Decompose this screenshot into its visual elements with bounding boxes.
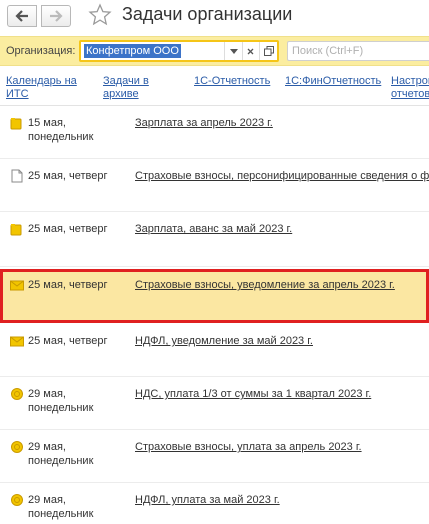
organization-value[interactable]: Конфетпром ООО bbox=[84, 44, 181, 58]
clear-button[interactable] bbox=[242, 42, 258, 60]
arrow-left-icon bbox=[15, 10, 28, 22]
task-row[interactable]: 15 мая, понедельник Зарплата за апрель 2… bbox=[0, 107, 429, 159]
report-settings-link[interactable]: Настрой отчетов bbox=[391, 75, 429, 101]
task-row[interactable]: 25 мая, четверг Зарплата, аванс за май 2… bbox=[0, 213, 429, 267]
organization-label: Организация: bbox=[6, 45, 76, 57]
star-icon[interactable] bbox=[88, 3, 112, 27]
coin-icon bbox=[11, 494, 23, 506]
task-date: 29 мая, понедельник bbox=[28, 441, 94, 467]
task-date: 29 мая, понедельник bbox=[28, 494, 94, 520]
open-window-icon bbox=[263, 46, 274, 56]
task-name[interactable]: НДФЛ, уплата за май 2023 г. bbox=[135, 493, 280, 507]
task-row-selected[interactable]: 25 мая, четверг Страховые взносы, уведом… bbox=[0, 269, 429, 323]
task-row[interactable]: 29 мая, понедельник НДС, уплата 1/3 от с… bbox=[0, 378, 429, 430]
task-list: 15 мая, понедельник Зарплата за апрель 2… bbox=[0, 107, 429, 524]
task-name[interactable]: Страховые взносы, персонифицированные св… bbox=[135, 169, 429, 183]
envelope-icon bbox=[10, 336, 24, 347]
folder-bell-icon bbox=[10, 224, 22, 236]
task-name[interactable]: Страховые взносы, уплата за апрель 2023 … bbox=[135, 440, 362, 454]
1c-reporting-link[interactable]: 1С-Отчетность bbox=[194, 75, 270, 88]
dropdown-button[interactable] bbox=[224, 42, 242, 60]
task-name[interactable]: Зарплата, аванс за май 2023 г. bbox=[135, 222, 292, 236]
links-row: Календарь на ИТС Задачи в архиве 1С-Отче… bbox=[0, 70, 429, 106]
forward-button[interactable] bbox=[41, 5, 71, 27]
search-input[interactable]: Поиск (Ctrl+F) bbox=[287, 41, 429, 61]
task-date: 15 мая, понедельник bbox=[28, 117, 94, 143]
search-placeholder: Поиск (Ctrl+F) bbox=[292, 45, 364, 57]
arrow-right-icon bbox=[50, 10, 63, 22]
task-name[interactable]: Зарплата за апрель 2023 г. bbox=[135, 116, 273, 130]
task-row[interactable]: 29 мая, понедельник НДФЛ, уплата за май … bbox=[0, 484, 429, 524]
task-date: 29 мая, понедельник bbox=[28, 388, 94, 414]
page-title: Задачи организации bbox=[122, 4, 293, 24]
document-icon bbox=[11, 169, 23, 183]
task-name[interactable]: НДФЛ, уведомление за май 2023 г. bbox=[135, 334, 313, 348]
calendar-its-link[interactable]: Календарь на ИТС bbox=[6, 75, 77, 101]
archive-tasks-link[interactable]: Задачи в архиве bbox=[103, 75, 149, 101]
organization-field[interactable]: Конфетпром ООО bbox=[79, 40, 279, 62]
close-icon bbox=[247, 48, 254, 54]
window-header: Задачи организации bbox=[0, 0, 429, 34]
envelope-icon bbox=[10, 280, 24, 291]
task-row[interactable]: 29 мая, понедельник Страховые взносы, уп… bbox=[0, 431, 429, 483]
task-date: 25 мая, четверг bbox=[28, 223, 108, 235]
coin-icon bbox=[11, 388, 23, 400]
task-row[interactable]: 25 мая, четверг НДФЛ, уведомление за май… bbox=[0, 325, 429, 377]
task-name[interactable]: Страховые взносы, уведомление за апрель … bbox=[135, 278, 395, 292]
task-date: 25 мая, четверг bbox=[28, 170, 108, 182]
task-row[interactable]: 25 мая, четверг Страховые взносы, персон… bbox=[0, 160, 429, 212]
chevron-down-icon bbox=[229, 48, 238, 54]
open-button[interactable] bbox=[259, 42, 277, 60]
back-button[interactable] bbox=[7, 5, 37, 27]
folder-bell-icon bbox=[10, 118, 22, 130]
coin-icon bbox=[11, 441, 23, 453]
task-date: 25 мая, четверг bbox=[28, 335, 108, 347]
task-date: 25 мая, четверг bbox=[28, 279, 108, 291]
filter-bar: Организация: Конфетпром ООО Поиск (Ctrl+… bbox=[0, 36, 429, 66]
1c-fin-reporting-link[interactable]: 1С:ФинОтчетность bbox=[285, 75, 381, 88]
task-name[interactable]: НДС, уплата 1/3 от суммы за 1 квартал 20… bbox=[135, 387, 371, 401]
